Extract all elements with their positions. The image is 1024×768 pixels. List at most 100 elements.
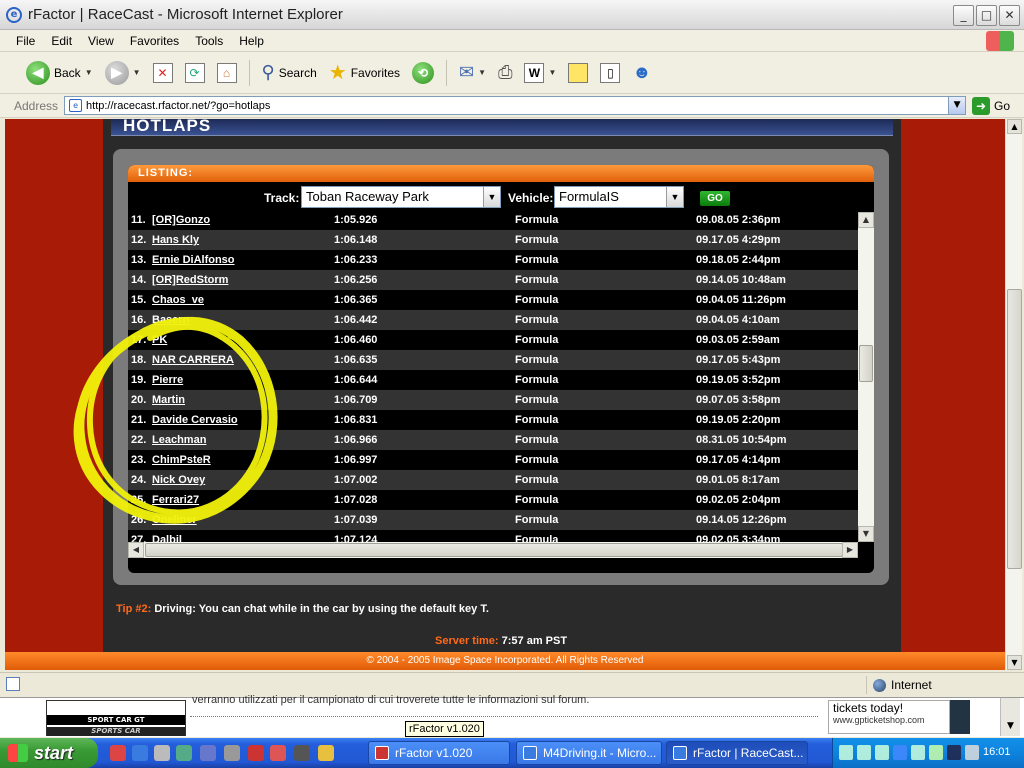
vehicle-dropdown-icon[interactable]: ▼ [666, 187, 683, 207]
browser-vertical-scrollbar[interactable]: ▲ ▼ [1005, 119, 1022, 670]
refresh-button[interactable]: ⟳ [181, 61, 209, 85]
back-button[interactable]: ◀ Back ▼ [22, 59, 97, 87]
quicklaunch-app-icon[interactable] [154, 745, 170, 761]
lap-time-cell: 1:05.926 [334, 214, 378, 226]
minimize-button[interactable]: _ [953, 5, 974, 26]
browser-scroll-up-icon[interactable]: ▲ [1007, 119, 1022, 134]
forward-button[interactable]: ▶ ▼ [101, 59, 145, 87]
driver-link[interactable]: Leachman [152, 434, 206, 446]
search-button[interactable]: ⚲ Search [258, 60, 321, 85]
menu-help[interactable]: Help [239, 34, 264, 48]
table-scroll-thumb[interactable] [859, 345, 873, 382]
messenger-button[interactable]: ☻ [628, 60, 655, 85]
driver-link[interactable]: Ferrari27 [152, 494, 199, 506]
menu-view[interactable]: View [88, 34, 114, 48]
favorites-button[interactable]: ★ Favorites [325, 58, 404, 87]
tip-body: Driving: You can chat while in the car b… [154, 603, 489, 615]
address-input[interactable]: e http://racecast.rfactor.net/?go=hotlap… [64, 96, 967, 115]
research-button[interactable]: ▯ [596, 61, 624, 85]
start-button[interactable]: start [0, 738, 98, 768]
quicklaunch-app-icon[interactable] [294, 745, 310, 761]
volume-icon[interactable] [965, 745, 979, 760]
address-dropdown-icon[interactable]: ▼ [948, 97, 966, 114]
page-heading: HOTLAPS [123, 119, 212, 135]
quicklaunch-app-icon[interactable] [176, 745, 192, 761]
scroll-right-icon[interactable]: ▶ [842, 542, 858, 558]
tray-icon[interactable] [911, 745, 925, 760]
taskbar-item-rfactor[interactable]: rFactor v1.020 [368, 741, 510, 765]
home-button[interactable]: ⌂ [213, 61, 241, 85]
background-scroll-down-icon[interactable]: ▼ [1000, 698, 1020, 736]
taskbar-item-m4driving[interactable]: M4Driving.it - Micro... [516, 741, 662, 765]
scroll-left-icon[interactable]: ◀ [128, 542, 144, 558]
quicklaunch-app-icon[interactable] [200, 745, 216, 761]
taskbar: start rFactor v1.020 M4Driving.it - Micr… [0, 738, 1024, 768]
driver-link[interactable]: Pierre [152, 374, 183, 386]
back-dropdown-icon[interactable]: ▼ [85, 68, 93, 77]
driver-link[interactable]: Martin [152, 394, 185, 406]
tray-icon[interactable] [839, 745, 853, 760]
track-dropdown-icon[interactable]: ▼ [483, 187, 500, 207]
vehicle-cell: Formula [515, 414, 559, 426]
go-button[interactable]: GO [700, 191, 730, 206]
driver-link[interactable]: [OR]Gonzo [152, 214, 210, 226]
tickets-banner[interactable]: tickets today! www.gpticketshop.com [828, 700, 950, 734]
mail-button[interactable]: ✉ ▼ [455, 60, 490, 85]
page-icon: e [69, 99, 83, 112]
menu-file[interactable]: File [16, 34, 35, 48]
tray-icon[interactable] [929, 745, 943, 760]
maximize-button[interactable]: □ [976, 5, 997, 26]
table-row: 20. Martin 1:06.709 Formula 09.07.05 3:58pm [128, 390, 858, 410]
forward-dropdown-icon[interactable]: ▼ [133, 68, 141, 77]
quicklaunch-app-icon[interactable] [224, 745, 240, 761]
edit-button[interactable]: W ▼ [520, 61, 560, 85]
tray-icon[interactable] [857, 745, 871, 760]
menu-tools[interactable]: Tools [195, 34, 223, 48]
browser-scroll-thumb[interactable] [1007, 289, 1022, 569]
home-icon: ⌂ [216, 62, 237, 83]
scroll-down-icon[interactable]: ▼ [858, 526, 874, 542]
discuss-button[interactable] [564, 61, 592, 85]
history-button[interactable]: ⟲ [408, 60, 438, 86]
driver-link[interactable]: Oneliner [152, 514, 197, 526]
quicklaunch-rfactor-icon[interactable] [248, 745, 264, 761]
print-button[interactable]: ⎙ [494, 60, 516, 85]
stop-button[interactable]: ✕ [149, 61, 177, 85]
address-go-button[interactable]: ➜ Go [972, 96, 1010, 115]
driver-link[interactable]: Davide Cervasio [152, 414, 238, 426]
quicklaunch-folder-icon[interactable] [318, 745, 334, 761]
quicklaunch-app-icon[interactable] [110, 745, 126, 761]
menu-favorites[interactable]: Favorites [130, 34, 179, 48]
track-select[interactable]: Toban Raceway Park ▼ [301, 186, 501, 208]
close-button[interactable]: ✕ [999, 5, 1020, 26]
taskbar-item-racecast[interactable]: rFactor | RaceCast... [666, 741, 808, 765]
date-cell: 09.17.05 4:29pm [696, 234, 781, 246]
table-vertical-scrollbar[interactable]: ▲ ▼ [858, 212, 874, 542]
edit-dropdown-icon[interactable]: ▼ [548, 68, 556, 77]
driver-link[interactable]: Hans Kly [152, 234, 199, 246]
driver-link[interactable]: Chaos_ve [152, 294, 204, 306]
mail-dropdown-icon[interactable]: ▼ [478, 68, 486, 77]
driver-link[interactable]: Ernie DiAlfonso [152, 254, 235, 266]
bluetooth-icon[interactable] [893, 745, 907, 760]
date-cell: 09.14.05 12:26pm [696, 514, 787, 526]
windows-flag-icon [8, 744, 28, 762]
vehicle-select[interactable]: FormulaIS ▼ [554, 186, 684, 208]
tray-icon[interactable] [947, 745, 961, 760]
driver-link[interactable]: Dalbil [152, 534, 182, 542]
quicklaunch-ie-icon[interactable] [132, 745, 148, 761]
table-horizontal-scrollbar[interactable]: ◀ ▶ [128, 542, 858, 558]
scroll-up-icon[interactable]: ▲ [858, 212, 874, 228]
browser-scroll-down-icon[interactable]: ▼ [1007, 655, 1022, 670]
driver-link[interactable]: [OR]RedStorm [152, 274, 228, 286]
quicklaunch-app-icon[interactable] [270, 745, 286, 761]
lap-time-cell: 1:06.997 [334, 454, 378, 466]
driver-link[interactable]: ChimPsteR [152, 454, 211, 466]
driver-link[interactable]: PK [152, 334, 167, 346]
driver-link[interactable]: Nick Ovey [152, 474, 205, 486]
tray-icon[interactable] [875, 745, 889, 760]
driver-link[interactable]: NAR CARRERA [152, 354, 234, 366]
menu-edit[interactable]: Edit [51, 34, 72, 48]
driver-link[interactable]: Basern [152, 314, 189, 326]
table-hscroll-thumb[interactable] [145, 543, 843, 557]
